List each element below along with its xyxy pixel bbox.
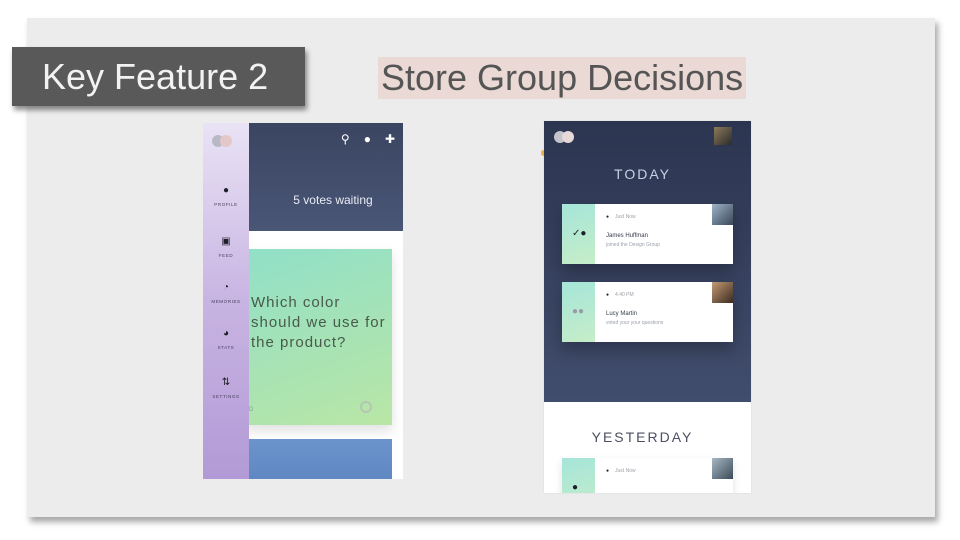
- sidebar-item-profile[interactable]: ● PROFILE: [203, 185, 249, 207]
- key-feature-label: Key Feature 2: [12, 47, 305, 106]
- phone-activity-screenshot: TODAY ✓● Just Now James Huffman joined t…: [544, 121, 751, 493]
- app-logo: [212, 135, 232, 147]
- sliders-icon: ⇅: [221, 377, 231, 388]
- notification-time: Just Now: [606, 214, 636, 220]
- question-card[interactable]: Which color should we use for the produc…: [245, 249, 392, 425]
- section-title-yesterday: YESTERDAY: [591, 429, 694, 445]
- next-question-card[interactable]: [245, 439, 392, 479]
- user-check-icon: ●: [572, 482, 579, 493]
- phone-feed-screenshot: ⚲ ● ✚ 5 votes waiting Which color should…: [203, 123, 403, 479]
- notification-text: voted your your questions: [606, 320, 664, 326]
- user-check-icon: ✓●: [572, 228, 587, 239]
- votes-waiting-text[interactable]: 5 votes waiting: [273, 193, 393, 207]
- notification-card[interactable]: ● Just Now: [562, 458, 733, 493]
- sidebar-item-label: SETTINGS: [212, 394, 240, 399]
- sidebar-item-settings[interactable]: ⇅ SETTINGS: [203, 377, 249, 399]
- notification-strip: ●: [562, 458, 595, 493]
- notification-strip: ✓●: [562, 204, 595, 264]
- user-photo: [712, 458, 733, 479]
- notification-name: James Huffman: [606, 233, 648, 239]
- ring-icon: [360, 401, 372, 413]
- pie-chart-icon: ◕: [222, 328, 230, 339]
- notification-time: 4:40 PM: [606, 292, 634, 298]
- sidebar-item-feed[interactable]: ▣ FEED: [203, 236, 249, 258]
- sidebar-item-label: MEMORIES: [211, 299, 241, 304]
- search-icon[interactable]: ⚲: [341, 133, 350, 145]
- section-title-today: TODAY: [614, 166, 671, 182]
- notification-name: Lucy Martin: [606, 311, 638, 317]
- notification-card[interactable]: ✓● Just Now James Huffman joined the Des…: [562, 204, 733, 264]
- sidebar-item-memories[interactable]: ◔ MEMORIES: [203, 282, 249, 304]
- avatar[interactable]: [714, 127, 732, 145]
- card-footer-text: D: [249, 407, 254, 413]
- sidebar-item-label: FEED: [218, 253, 234, 258]
- sidebar-item-stats[interactable]: ◕ STATS: [203, 328, 249, 350]
- slide-headline: Store Group Decisions: [378, 57, 747, 99]
- app-logo: [554, 131, 574, 143]
- side-menu: ● PROFILE ▣ FEED ◔ MEMORIES ◕ STATS ⇅ SE…: [203, 123, 249, 479]
- notification-text: joined the Design Group: [606, 242, 660, 248]
- notification-strip: ●●: [562, 282, 595, 342]
- user-photo: [712, 204, 733, 225]
- clock-icon: ◔: [222, 282, 230, 293]
- sidebar-item-label: PROFILE: [214, 202, 238, 207]
- plus-icon[interactable]: ✚: [385, 133, 395, 145]
- user-photo: [712, 282, 733, 303]
- notification-card[interactable]: ●● 4:40 PM Lucy Martin voted your your q…: [562, 282, 733, 342]
- bell-icon[interactable]: ●: [364, 133, 371, 145]
- question-text: Which color should we use for the produc…: [251, 294, 386, 351]
- logo-icon: ●●: [572, 306, 585, 317]
- sidebar-item-label: STATS: [217, 345, 235, 350]
- notification-time: Just Now: [606, 468, 636, 474]
- feed-icon: ▣: [221, 236, 231, 247]
- activity-header: TODAY ✓● Just Now James Huffman joined t…: [544, 121, 751, 402]
- person-icon: ●: [222, 185, 230, 196]
